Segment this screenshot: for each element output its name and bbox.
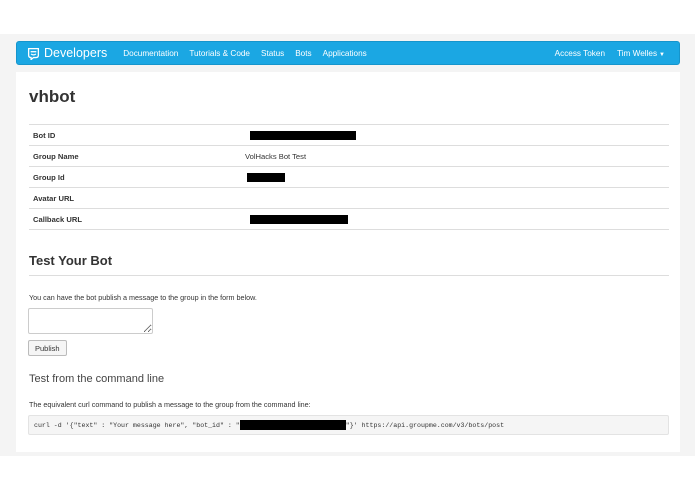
caret-down-icon: ▼ bbox=[659, 51, 665, 58]
field-value bbox=[241, 166, 669, 188]
field-label: Group Name bbox=[29, 145, 241, 167]
groupme-logo-icon bbox=[27, 47, 40, 60]
nav-access-token[interactable]: Access Token bbox=[555, 49, 605, 58]
redacted-callback-url bbox=[250, 214, 348, 224]
field-label: Callback URL bbox=[29, 208, 241, 230]
test-help-text: You can have the bot publish a message t… bbox=[29, 293, 257, 302]
field-label: Bot ID bbox=[29, 124, 241, 146]
publish-button[interactable]: Publish bbox=[28, 340, 67, 356]
field-value bbox=[241, 124, 669, 146]
redacted-bot-id bbox=[250, 130, 356, 140]
nav-links: Documentation Tutorials & Code Status Bo… bbox=[123, 49, 378, 58]
field-value bbox=[241, 208, 669, 230]
section-divider bbox=[29, 275, 669, 276]
nav-applications[interactable]: Applications bbox=[323, 49, 367, 58]
test-bot-heading: Test Your Bot bbox=[29, 253, 113, 268]
table-row: Callback URL bbox=[29, 208, 669, 230]
brand-label: Developers bbox=[44, 46, 108, 60]
field-label: Avatar URL bbox=[29, 187, 241, 209]
nav-status[interactable]: Status bbox=[261, 49, 284, 58]
curl-command-prefix: curl -d '{"text" : "Your message here", … bbox=[34, 421, 240, 429]
brand-link[interactable]: Developers bbox=[27, 46, 107, 60]
table-row: Bot ID bbox=[29, 124, 669, 146]
redacted-group-id bbox=[247, 172, 285, 182]
user-name: Tim Welles bbox=[617, 48, 658, 58]
nav-right: Access Token Tim Welles ▼ bbox=[543, 49, 665, 58]
nav-bots[interactable]: Bots bbox=[295, 49, 311, 58]
table-row: Group Id bbox=[29, 166, 669, 188]
field-value bbox=[241, 187, 669, 209]
curl-command-box[interactable]: curl -d '{"text" : "Your message here", … bbox=[28, 415, 669, 435]
message-input[interactable] bbox=[28, 308, 153, 334]
top-navbar: Developers Documentation Tutorials & Cod… bbox=[16, 41, 680, 65]
table-row: Group Name VolHacks Bot Test bbox=[29, 145, 669, 167]
command-line-help-text: The equivalent curl command to publish a… bbox=[29, 400, 311, 409]
curl-command-suffix: "}' https://api.groupme.com/v3/bots/post bbox=[345, 421, 505, 429]
bot-info-table: Bot ID Group Name VolHacks Bot Test Grou… bbox=[29, 124, 669, 230]
redacted-command-bot-id bbox=[239, 420, 346, 430]
command-line-heading: Test from the command line bbox=[29, 373, 165, 385]
table-row: Avatar URL bbox=[29, 187, 669, 209]
user-menu[interactable]: Tim Welles ▼ bbox=[617, 49, 665, 58]
nav-tutorials-code[interactable]: Tutorials & Code bbox=[189, 49, 250, 58]
field-value: VolHacks Bot Test bbox=[241, 145, 669, 167]
field-label: Group Id bbox=[29, 166, 241, 188]
bot-detail-card: vhbot Bot ID Group Name VolHacks Bot Tes… bbox=[16, 72, 680, 452]
bot-name-heading: vhbot bbox=[29, 87, 76, 106]
nav-documentation[interactable]: Documentation bbox=[123, 49, 178, 58]
